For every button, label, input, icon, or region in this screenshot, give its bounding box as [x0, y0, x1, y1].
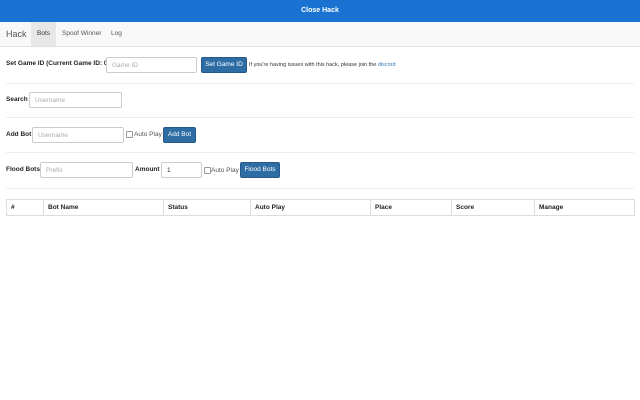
- column-header-manage: Manage: [534, 199, 635, 216]
- divider: [6, 152, 634, 153]
- column-header-score: Score: [451, 199, 535, 216]
- discord-link[interactable]: discord: [378, 62, 396, 68]
- brand-title: Hack: [6, 29, 27, 39]
- close-hack-bar[interactable]: Close Hack: [0, 0, 640, 22]
- discord-help-text: If you're having issues with this hack, …: [249, 62, 396, 68]
- add-bot-label: Add Bot: [6, 131, 32, 138]
- column-header-number: #: [6, 199, 44, 216]
- amount-label: Amount: [135, 166, 160, 173]
- help-text: If you're having issues with this hack, …: [249, 62, 377, 68]
- game-id-label: Set Game ID (Current Game ID: 0): [6, 60, 110, 67]
- column-header-status: Status: [163, 199, 251, 216]
- column-header-auto-play: Auto Play: [250, 199, 371, 216]
- flood-bots-button[interactable]: Flood Bots: [240, 162, 280, 178]
- flood-bots-label: Flood Bots: [6, 166, 40, 173]
- game-id-input[interactable]: [106, 57, 197, 73]
- add-bot-autoplay-label: Auto Play: [134, 131, 162, 138]
- tab-log[interactable]: Log: [105, 22, 128, 46]
- column-header-place: Place: [370, 199, 452, 216]
- add-bot-autoplay-checkbox[interactable]: [126, 131, 133, 138]
- divider: [6, 83, 634, 84]
- set-game-id-button[interactable]: Set Game ID: [201, 57, 247, 73]
- flood-autoplay-checkbox[interactable]: [204, 167, 211, 174]
- tab-spoof-winner[interactable]: Spoof Winner: [56, 22, 107, 46]
- search-input[interactable]: [29, 92, 122, 108]
- search-label: Search: [6, 96, 28, 103]
- divider: [6, 117, 634, 118]
- bots-table: # Bot Name Status Auto Play Place Score …: [6, 199, 635, 216]
- flood-autoplay-label: Auto Play: [211, 167, 239, 174]
- tab-bots[interactable]: Bots: [31, 22, 57, 46]
- divider: [6, 188, 634, 189]
- navbar: Hack Bots Spoof Winner Log: [0, 22, 640, 47]
- add-bot-username-input[interactable]: [32, 127, 124, 143]
- column-header-bot-name: Bot Name: [43, 199, 164, 216]
- add-bot-button[interactable]: Add Bot: [163, 127, 196, 143]
- table-header-row: # Bot Name Status Auto Play Place Score …: [6, 199, 635, 216]
- flood-prefix-input[interactable]: [40, 162, 133, 178]
- amount-input[interactable]: [161, 162, 202, 178]
